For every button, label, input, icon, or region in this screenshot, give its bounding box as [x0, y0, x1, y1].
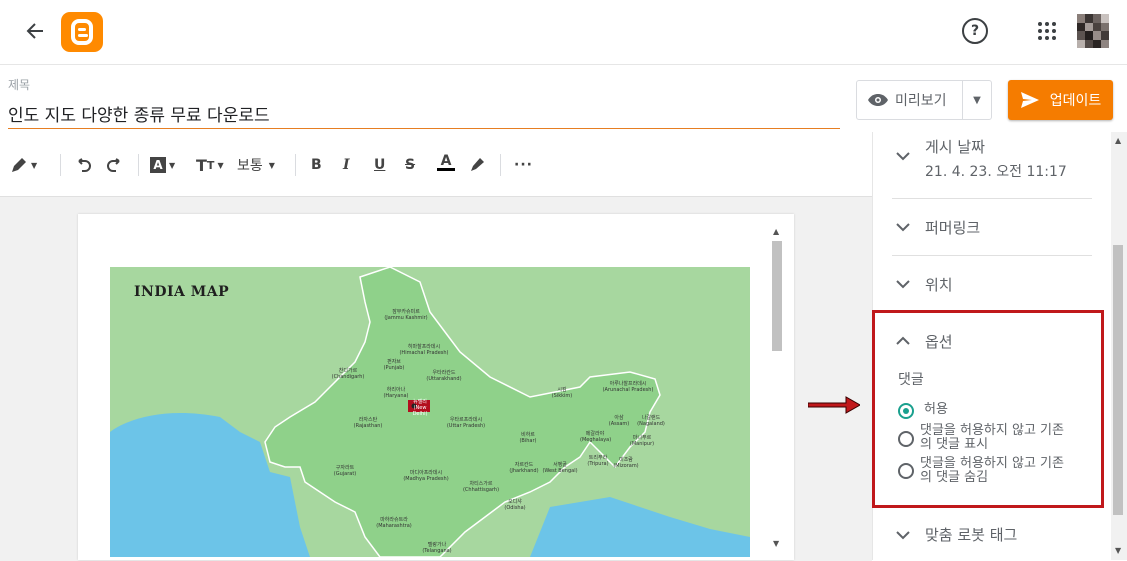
- back-arrow-icon[interactable]: [22, 18, 48, 44]
- options-title[interactable]: 옵션: [925, 331, 953, 352]
- text-style-icon[interactable]: A ▼: [150, 154, 175, 176]
- map-label: 우타라칸드 (Uttarakhand): [426, 370, 462, 382]
- chevron-down-icon[interactable]: [896, 150, 910, 164]
- map-region-labels: 잠무카슈미르 (Jammu Kashmir) 히마찰프라데시 (Himachal P…: [110, 267, 750, 557]
- map-label: 우타르프라데시 (Uttar Pradesh): [446, 417, 486, 429]
- top-app-bar: ?: [0, 0, 1127, 65]
- toolbar-divider: [138, 154, 139, 176]
- toolbar-divider: [295, 154, 296, 176]
- more-options-icon[interactable]: ···: [514, 154, 533, 176]
- map-label: 마니푸르 (Manipur): [629, 435, 655, 447]
- post-title-input[interactable]: [8, 98, 840, 129]
- editor-scrollbar[interactable]: ▲ ▼: [770, 225, 784, 555]
- toolbar-divider: [500, 154, 501, 176]
- comment-hide-existing-radio[interactable]: [898, 463, 914, 479]
- paragraph-style-label: 보통: [237, 158, 263, 174]
- map-label: 라자스탄 (Rajasthan): [353, 417, 383, 429]
- toolbar-divider: [60, 154, 61, 176]
- map-label: 히마찰프라데시 (Himachal Pradesh): [399, 344, 449, 356]
- map-label: 아루나찰프라데시 (Arunachal Pradesh): [602, 381, 654, 393]
- comment-show-existing-radio[interactable]: [898, 431, 914, 447]
- comment-show-existing-label: 댓글을 허용하지 않고 기존 의 댓글 표시: [920, 423, 1064, 452]
- preview-label: 미리보기: [895, 93, 947, 109]
- eye-icon: [868, 94, 888, 106]
- chevron-down-icon[interactable]: [896, 529, 910, 543]
- underline-icon[interactable]: U: [374, 154, 385, 176]
- text-color-icon[interactable]: A: [437, 154, 455, 176]
- italic-icon[interactable]: I: [343, 154, 350, 176]
- strikethrough-icon[interactable]: S: [405, 154, 415, 176]
- section-divider: [892, 198, 1092, 199]
- robot-tags-title[interactable]: 맞춤 로봇 태그: [925, 524, 1017, 545]
- map-label: 메갈라야 (Meghalaya): [580, 431, 612, 443]
- chevron-down-icon[interactable]: [896, 221, 910, 235]
- map-label: 구자라트 (Gujarat): [333, 465, 357, 477]
- map-label: 뉴델리 (New Delhi): [412, 399, 428, 417]
- india-map-image[interactable]: INDIA MAP 잠무카슈미르 (Jammu Kashmir) 히마찰프라데시(…: [110, 267, 750, 557]
- editor-toolbar: ▼ A ▼ T T ▼ 보통 ▼ B I U S A ···: [0, 144, 872, 184]
- chevron-up-icon[interactable]: [896, 335, 910, 349]
- map-label: 차티스가르 (Chhattisgarh): [462, 481, 500, 493]
- map-label: 미조람 (Mizoram): [613, 457, 639, 469]
- apps-grid-icon[interactable]: [1038, 22, 1056, 40]
- map-label: 마디아프라데시 (Madhya Pradesh): [403, 470, 449, 482]
- map-label: 비하르 (Bihar): [519, 432, 537, 444]
- undo-icon[interactable]: [74, 154, 92, 176]
- user-avatar-icon[interactable]: [1077, 14, 1109, 48]
- section-divider: [892, 255, 1092, 256]
- map-label: 펀자브 (Punjab): [383, 359, 405, 371]
- font-size-icon[interactable]: T T ▼: [196, 154, 224, 176]
- comment-allow-radio[interactable]: [898, 403, 914, 419]
- chevron-down-icon[interactable]: [896, 278, 910, 292]
- compose-mode-icon[interactable]: ▼: [10, 154, 37, 176]
- publish-date-title[interactable]: 게시 날짜: [925, 136, 985, 157]
- map-label: 시킴 (Sikkim): [551, 387, 573, 399]
- comment-allow-label: 허용: [924, 402, 948, 417]
- location-title[interactable]: 위치: [925, 274, 953, 295]
- title-label: 제목: [8, 78, 31, 92]
- comment-hide-existing-label: 댓글을 허용하지 않고 기존 의 댓글 숨김: [920, 456, 1064, 485]
- publish-date-value: 21. 4. 23. 오전 11:17: [925, 164, 1067, 180]
- map-label: 자르칸드 (Jharkhand): [509, 462, 539, 474]
- map-label: 트리푸라 (Tripura): [587, 455, 609, 467]
- map-label: 나갈랜드 (Nagaland): [637, 415, 665, 427]
- preview-dropdown-icon[interactable]: ▼: [962, 81, 991, 119]
- update-label: 업데이트: [1049, 93, 1102, 109]
- comments-label: 댓글: [898, 372, 924, 388]
- map-label: 잠무카슈미르 (Jammu Kashmir): [384, 309, 428, 321]
- map-label: 마하라슈트라 (Maharashtra): [376, 517, 412, 529]
- map-label: 텔랑가나 (Telangana): [422, 542, 452, 554]
- help-icon[interactable]: ?: [962, 18, 988, 44]
- map-label: 오디샤 (Odisha): [504, 499, 526, 511]
- sidebar-scrollbar-thumb[interactable]: [1113, 245, 1123, 515]
- map-label: 아삼 (Assam): [608, 415, 630, 427]
- red-pointer-arrow-icon: [808, 396, 860, 414]
- map-label: 하리아나 (Haryana): [383, 387, 409, 399]
- highlight-icon[interactable]: [468, 154, 486, 176]
- preview-button[interactable]: 미리보기 ▼: [856, 80, 992, 120]
- update-button[interactable]: 업데이트: [1008, 80, 1113, 120]
- send-icon: [1020, 92, 1039, 108]
- blogger-logo-icon[interactable]: [61, 12, 103, 52]
- editor-scrollbar-thumb[interactable]: [772, 241, 782, 351]
- map-label: 서벵골 (West Bengal): [542, 462, 578, 474]
- permalink-title[interactable]: 퍼머링크: [925, 217, 980, 238]
- redo-icon[interactable]: [106, 154, 124, 176]
- map-label: 찬디가르 (Chandigarh): [331, 368, 365, 380]
- paragraph-style-select[interactable]: 보통 ▼: [237, 154, 275, 176]
- bold-icon[interactable]: B: [311, 154, 322, 176]
